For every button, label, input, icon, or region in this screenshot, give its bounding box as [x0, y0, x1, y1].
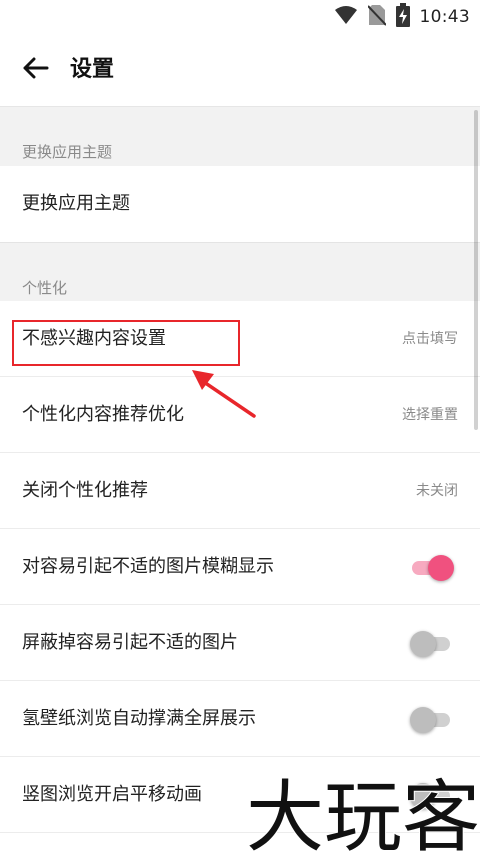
toggle-knob [410, 631, 436, 657]
setting-label: 不感兴趣内容设置 [22, 328, 166, 349]
page-title: 设置 [70, 57, 115, 82]
setting-row-wallpaper-fullscreen[interactable]: 氢壁纸浏览自动撑满全屏展示 [0, 681, 480, 757]
section-label: 更换应用主题 [22, 143, 113, 161]
setting-label: 氢壁纸浏览自动撑满全屏展示 [22, 708, 256, 729]
back-button[interactable] [14, 48, 58, 92]
status-icons: 10:43 [334, 3, 471, 31]
setting-label: 竖图浏览开启平移动画 [22, 784, 202, 805]
setting-row-hide-images[interactable]: 屏蔽掉容易引起不适的图片 [0, 605, 480, 681]
blur-images-toggle[interactable] [410, 555, 454, 581]
setting-value: 选择重置 [402, 407, 458, 423]
wifi-icon [334, 5, 358, 29]
section-header-theme: 更换应用主题 [0, 107, 480, 166]
setting-value: 点击填写 [402, 331, 458, 347]
setting-label: 关闭个性化推荐 [22, 480, 148, 501]
pan-animation-toggle[interactable] [410, 783, 454, 809]
list-bottom-filler [0, 833, 480, 853]
setting-row-uninterested-content[interactable]: 不感兴趣内容设置 点击填写 [0, 301, 480, 377]
setting-label: 屏蔽掉容易引起不适的图片 [22, 632, 238, 653]
toggle-knob [410, 783, 436, 809]
setting-row-change-theme[interactable]: 更换应用主题 [0, 166, 480, 242]
setting-row-blur-images[interactable]: 对容易引起不适的图片模糊显示 [0, 529, 480, 605]
arrow-left-icon [23, 57, 49, 83]
setting-row-disable-personalized[interactable]: 关闭个性化推荐 未关闭 [0, 453, 480, 529]
battery-charging-icon [395, 3, 410, 31]
app-bar: 设置 [0, 34, 480, 107]
setting-label: 更换应用主题 [22, 193, 130, 214]
setting-label: 对容易引起不适的图片模糊显示 [22, 556, 274, 577]
setting-row-pan-animation[interactable]: 竖图浏览开启平移动画 [0, 757, 480, 833]
no-sim-icon [366, 4, 387, 30]
section-header-personalization: 个性化 [0, 242, 480, 301]
wallpaper-fullscreen-toggle[interactable] [410, 707, 454, 733]
setting-value: 未关闭 [416, 483, 458, 499]
section-label: 个性化 [22, 279, 68, 297]
hide-images-toggle[interactable] [410, 631, 454, 657]
status-time: 10:43 [419, 7, 470, 27]
toggle-knob [428, 555, 454, 581]
scroll-indicator[interactable] [474, 110, 478, 430]
status-bar: 10:43 [0, 0, 480, 34]
setting-row-recommendation-optimize[interactable]: 个性化内容推荐优化 选择重置 [0, 377, 480, 453]
toggle-knob [410, 707, 436, 733]
setting-label: 个性化内容推荐优化 [22, 404, 184, 425]
